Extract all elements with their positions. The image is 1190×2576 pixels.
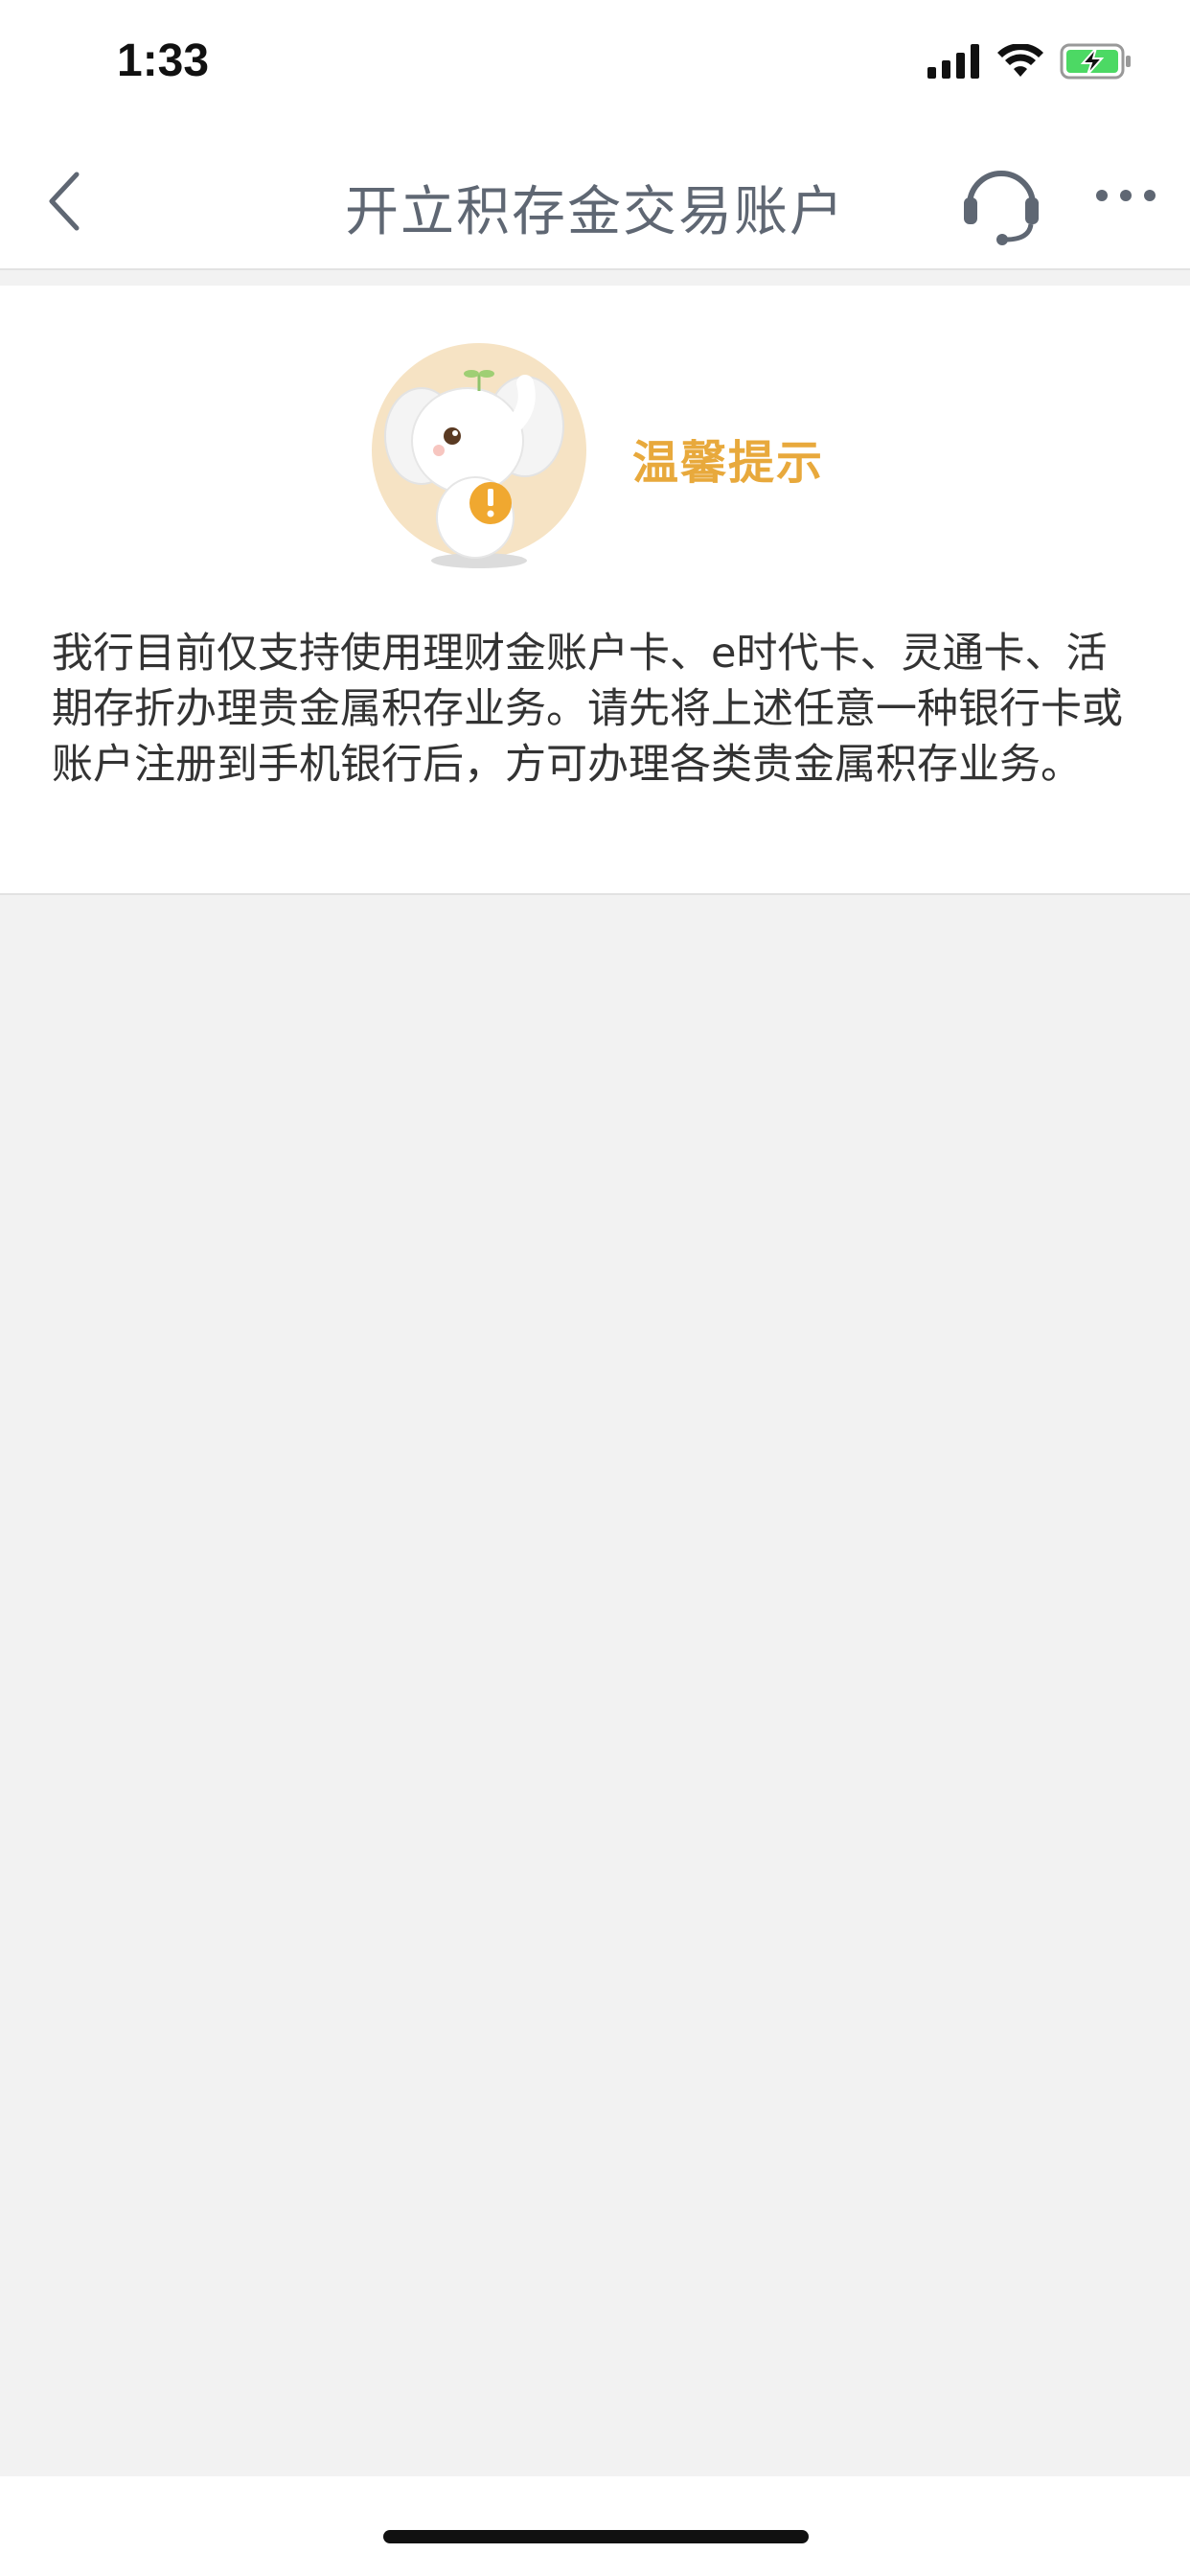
bottom-area xyxy=(0,2476,1190,2576)
more-dots-icon xyxy=(1096,190,1156,201)
notice-text: 我行目前仅支持使用理财金账户卡、e时代卡、灵通卡、活期存折办理贵金属积存业务。请… xyxy=(52,630,1123,789)
nav-bar: 开立积存金交易账户 xyxy=(0,134,1190,270)
headset-icon xyxy=(964,171,1039,245)
signal-icon xyxy=(927,44,981,82)
status-icons xyxy=(927,42,1133,84)
status-bar: 1:33 xyxy=(0,0,1190,134)
elephant-mascot-icon xyxy=(372,335,592,575)
customer-service-button[interactable] xyxy=(958,155,1044,247)
wifi-icon xyxy=(996,43,1044,82)
status-time: 1:33 xyxy=(117,35,210,86)
tip-title: 温馨提示 xyxy=(632,436,825,490)
home-indicator[interactable] xyxy=(383,2530,809,2543)
battery-charging-icon xyxy=(1060,43,1133,83)
more-button[interactable] xyxy=(1092,176,1159,215)
notice-card: 温馨提示 我行目前仅支持使用理财金账户卡、e时代卡、灵通卡、活期存折办理贵金属积… xyxy=(0,286,1190,895)
